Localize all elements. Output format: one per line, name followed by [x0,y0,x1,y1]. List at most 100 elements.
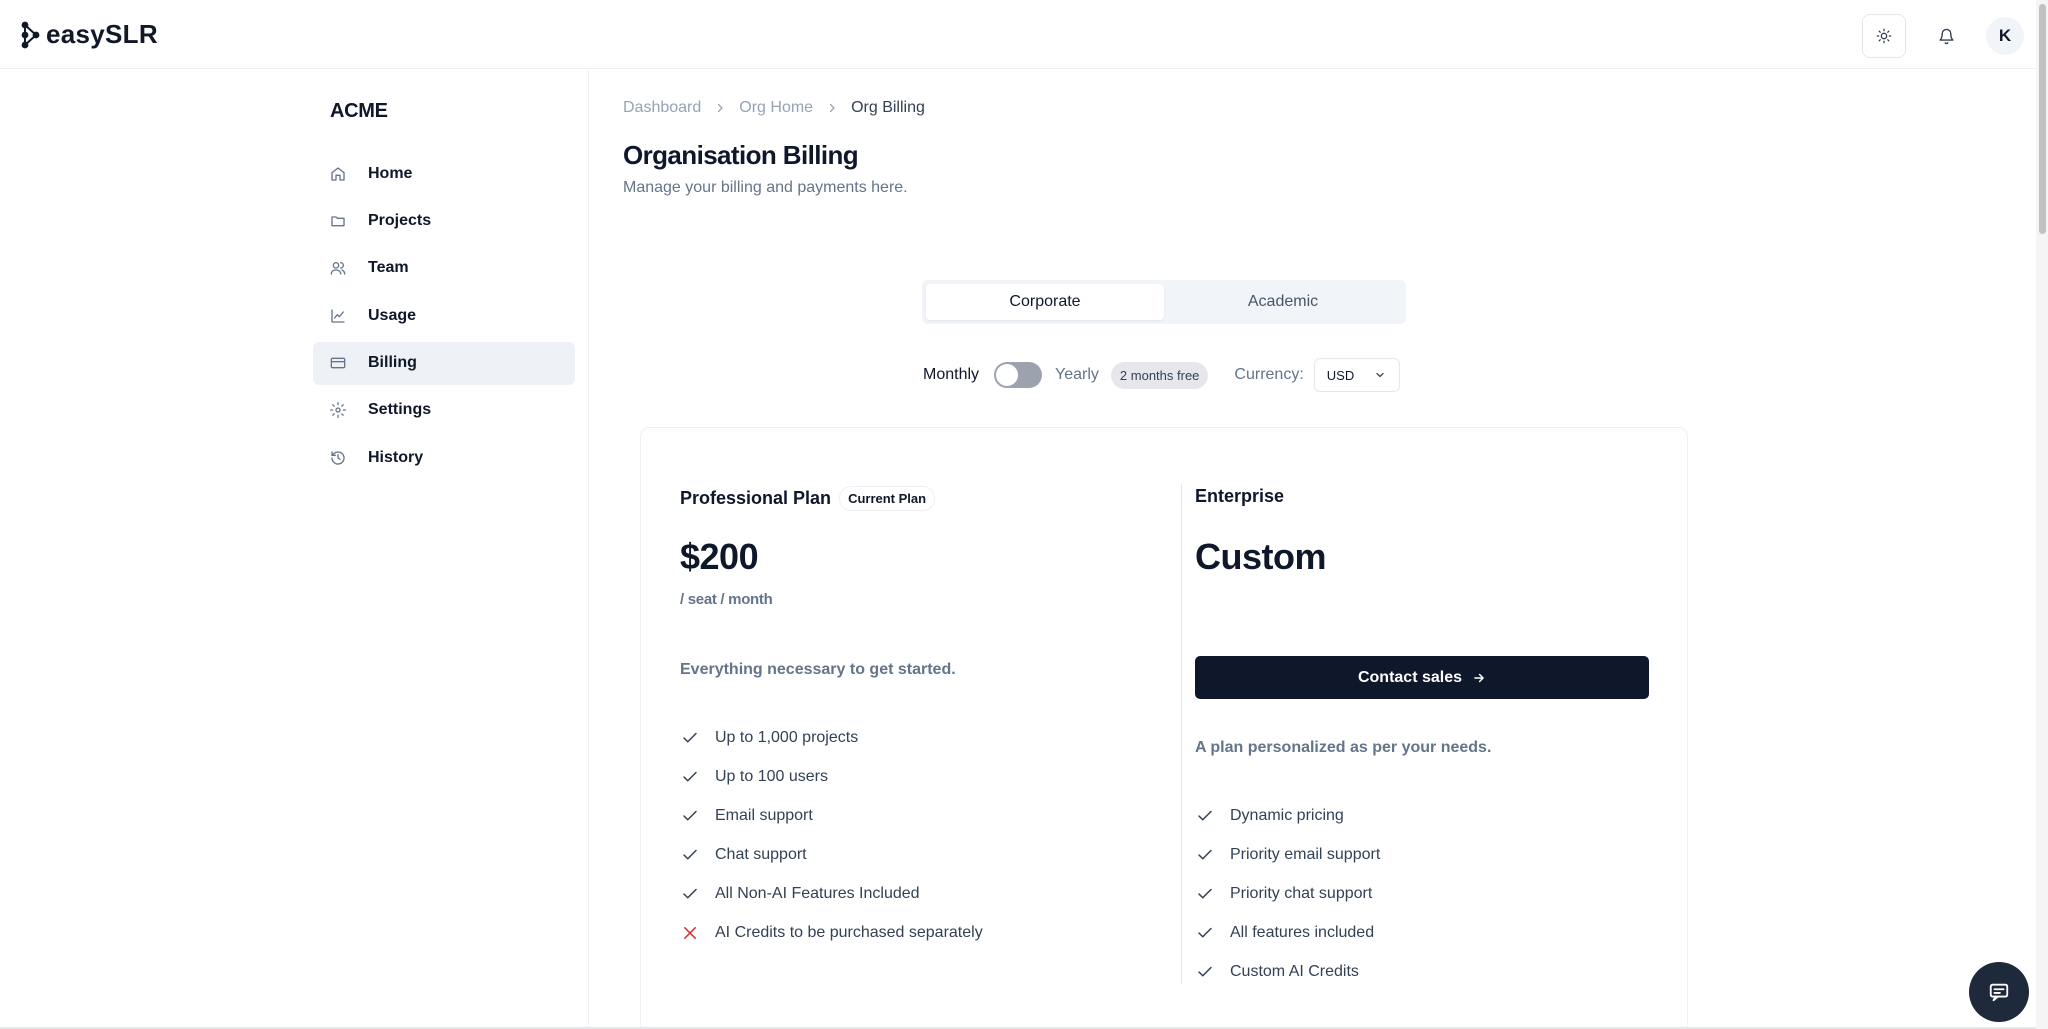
check-icon [680,728,700,748]
plan-price: $200 [680,536,759,577]
gear-icon [330,402,346,419]
history-icon [330,450,346,466]
arrow-right-icon [1474,673,1484,682]
currency-value: USD [1326,367,1355,383]
sidebar-item-label: Team [368,259,409,277]
feature-item: Chat support [680,835,983,874]
billing-cycle-row: Monthly Yearly 2 months free Currency: U… [923,358,1400,392]
users-icon [330,260,346,276]
feature-text: Priority email support [1230,845,1381,863]
logo-text: easySLR [46,19,158,49]
check-icon [1195,962,1215,982]
plan-unit: / seat / month [680,591,773,608]
feature-list: Dynamic pricing Priority email support P… [1195,796,1380,991]
yearly-label: Yearly [1055,366,1099,383]
feature-text: Up to 100 users [715,767,828,785]
feature-item: All features included [1195,913,1380,952]
credit-card-icon [330,355,346,371]
page-title: Organisation Billing [623,140,859,170]
sidebar-item-label: Settings [368,401,432,419]
sidebar-item-home[interactable]: Home [313,152,575,195]
check-icon [680,767,700,787]
feature-item: Dynamic pricing [1195,796,1380,835]
check-icon [680,806,700,826]
sidebar-item-settings[interactable]: Settings [313,389,575,432]
feature-item: Up to 100 users [680,757,983,796]
bell-icon [1938,28,1954,44]
plan-description: Everything necessary to get started. [680,661,956,678]
avatar[interactable]: K [1986,17,2024,55]
chat-button[interactable] [1969,962,2029,1022]
feature-text: Custom AI Credits [1230,962,1359,980]
top-actions: K [1862,14,2024,58]
sidebar-item-label: Projects [368,211,432,229]
breadcrumb-dashboard[interactable]: Dashboard [623,99,701,117]
check-icon [1195,923,1215,943]
feature-text: AI Credits to be purchased separately [715,923,983,941]
sun-icon [1876,28,1892,44]
sidebar-nav: Home Projects Team Usage Billing Setting… [313,152,575,484]
sidebar-item-label: Usage [368,306,417,324]
feature-text: All features included [1230,923,1375,941]
plan-divider [1181,484,1182,984]
logo-icon [21,21,40,48]
feature-item: Priority email support [1195,835,1380,874]
plans-card: Professional Plan Current Plan $200 / se… [640,427,1688,1029]
check-icon [680,884,700,904]
org-name: ACME [330,100,388,122]
feature-item: Email support [680,796,983,835]
feature-item: All Non-AI Features Included [680,874,983,913]
sidebar-item-history[interactable]: History [313,436,575,479]
feature-text: All Non-AI Features Included [715,884,920,902]
sidebar-item-label: Billing [368,354,417,372]
feature-item: AI Credits to be purchased separately [680,913,983,952]
monthly-label: Monthly [923,366,980,383]
scrollbar-thumb[interactable] [2039,4,2046,234]
feature-item: Custom AI Credits [1195,952,1380,991]
discount-badge: 2 months free [1110,361,1209,389]
breadcrumb: Dashboard Org Home Org Billing [623,99,925,117]
folder-icon [330,213,346,229]
theme-toggle-button[interactable] [1862,14,1906,58]
feature-item: Up to 1,000 projects [680,718,983,757]
x-icon [680,923,700,943]
plan-name: Enterprise [1195,486,1285,506]
tab-corporate[interactable]: Corporate [926,284,1164,320]
sidebar-item-label: Home [368,164,413,182]
chevron-right-icon [714,102,726,114]
sidebar-item-team[interactable]: Team [313,247,575,290]
logo[interactable]: easySLR [20,19,158,50]
scrollbar[interactable] [2036,0,2048,1029]
sidebar-item-billing[interactable]: Billing [313,341,575,385]
feature-text: Dynamic pricing [1230,806,1344,824]
breadcrumb-org-home[interactable]: Org Home [739,99,813,117]
current-plan-badge: Current Plan [839,486,936,511]
check-icon [1195,884,1215,904]
sidebar-item-projects[interactable]: Projects [313,199,575,242]
currency-label: Currency: [1234,366,1304,383]
feature-text: Chat support [715,845,807,863]
plan-type-tabs: Corporate Academic [922,280,1406,324]
contact-sales-button[interactable]: Contact sales [1195,656,1649,699]
check-icon [680,845,700,865]
chevron-down-icon [1376,372,1384,378]
plan-name: Professional Plan Current Plan [680,486,936,511]
feature-text: Email support [715,806,813,824]
top-bar: easySLR K [0,0,2048,69]
contact-sales-label: Contact sales [1357,668,1463,686]
feature-text: Up to 1,000 projects [715,728,859,746]
tab-academic[interactable]: Academic [1164,284,1402,320]
currency-select[interactable]: USD [1313,358,1400,392]
sidebar-item-label: History [368,448,424,466]
feature-item: Priority chat support [1195,874,1380,913]
check-icon [1195,806,1215,826]
billing-cycle-toggle[interactable] [994,362,1043,388]
page-subtitle: Manage your billing and payments here. [623,179,908,196]
sidebar-item-usage[interactable]: Usage [313,294,575,337]
chart-icon [330,308,346,324]
check-icon [1195,845,1215,865]
plan-name-text: Professional Plan [680,488,832,508]
plan-description: A plan personalized as per your needs. [1195,739,1492,756]
plan-price: Custom [1195,536,1327,577]
notifications-button[interactable] [1924,14,1968,58]
